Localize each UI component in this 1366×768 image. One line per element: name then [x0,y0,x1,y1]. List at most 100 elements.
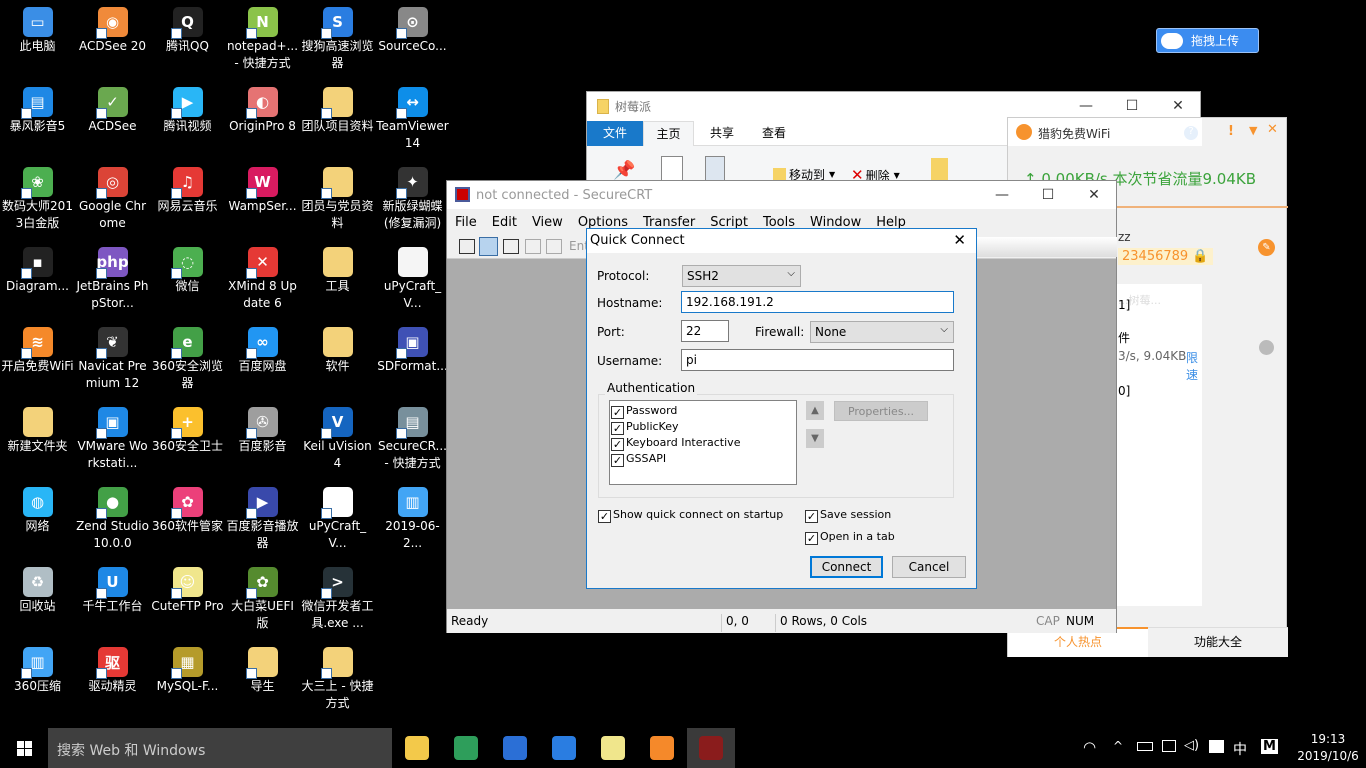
auth-methods-list[interactable]: ✓ Password ✓ PublicKey ✓ Keyboard Interactive… [609,400,797,485]
limit-speed-link[interactable]: 限速 [1186,349,1202,383]
network-icon[interactable] [1162,740,1176,752]
paste-icon[interactable] [705,156,725,182]
desktop-icon[interactable]: ɗ uPyCraft_V... [300,480,375,560]
desktop-icon[interactable]: ▪ Diagram... [0,240,75,320]
properties-button[interactable]: Properties... [834,401,928,421]
tab-share[interactable]: 共享 [699,121,745,145]
username-input[interactable]: pi [681,349,954,371]
desktop-icon[interactable]: ◌ 微信 [150,240,225,320]
desktop-icon[interactable]: ▤ 暴风影音5 [0,80,75,160]
new-folder-icon[interactable] [931,158,948,182]
edit-icon[interactable]: ✎ [1258,239,1275,256]
desktop-icon[interactable]: ☺ CuteFTP Pro [150,560,225,640]
desktop-icon[interactable]: > 微信开发者工具.exe ... [300,560,375,640]
connect-icon[interactable] [459,239,475,254]
connect-tab-icon[interactable] [503,239,519,254]
desktop-icon[interactable]: +360安全卫士 [150,400,225,480]
desktop-icon[interactable]: ∞ 百度网盘 [225,320,300,400]
hostname-input[interactable]: 192.168.191.2 [681,291,954,313]
desktop-icon[interactable]: 导生 [225,640,300,720]
desktop-icon[interactable]: ◍ 网络 [0,480,75,560]
desktop-icon[interactable]: 软件 [300,320,375,400]
clock[interactable]: 19:13 2019/10/6 [1290,731,1366,765]
port-input[interactable]: 22 [681,320,729,342]
close-button[interactable]: ✕ [1071,181,1117,209]
start-button[interactable] [0,728,48,768]
dropdown-icon[interactable]: ▼ [1249,124,1257,137]
auth-method-item[interactable]: ✓ GSSAPI [611,451,795,467]
desktop-icon[interactable]: ↔ TeamViewer 14 [375,80,450,160]
connect-button[interactable]: Connect [810,556,883,578]
desktop-icon[interactable]: ⊙ SourceCo... [375,0,450,80]
taskbar-securecrt[interactable] [687,728,735,768]
desktop-icon[interactable]: Nnotepad+... - 快捷方式 [225,0,300,80]
baidu-upload-button[interactable]: 拖拽上传 [1156,28,1259,53]
desktop-icon[interactable]: ▶ 百度影音播放器 [225,480,300,560]
dialog-close-button[interactable]: ✕ [953,231,966,249]
auth-method-item[interactable]: ✓ PublicKey [611,419,795,435]
menu-file[interactable]: File [455,215,477,230]
desktop-icon[interactable]: ✇ 百度影音 [225,400,300,480]
back-arrow-icon[interactable] [1259,340,1274,355]
desktop-icon[interactable]: uPyCraft_V... [375,240,450,320]
ime-indicator[interactable]: 中 [1233,739,1247,759]
desktop-icon[interactable]: ▤ SecureCR... - 快捷方式 [375,400,450,480]
disconnect-icon[interactable] [546,239,562,254]
maximize-button[interactable]: ☐ [1109,92,1155,120]
battery-icon[interactable] [1137,742,1153,751]
desktop-icon[interactable]: ▥ 360压缩 [0,640,75,720]
move-up-button[interactable]: ▲ [806,401,824,420]
volume-icon[interactable]: ◁) [1184,738,1199,753]
desktop-icon[interactable]: ≋ 开启免费WiFi [0,320,75,400]
desktop-icon[interactable]: e 360安全浏览器 [150,320,225,400]
taskbar-cheetah-wifi[interactable] [638,728,686,768]
taskbar-app-green[interactable] [442,728,490,768]
desktop-icon[interactable]: ▣ SDFormat... [375,320,450,400]
chevron-up-icon[interactable]: ^ [1113,739,1123,753]
save-session-checkbox[interactable]: ✓ Save session [805,508,891,523]
desktop-icon[interactable]: ✿ 大白菜UEFI版 [225,560,300,640]
wifi-icon[interactable]: ◠ [1083,738,1096,756]
taskbar-wps[interactable] [491,728,539,768]
desktop-icon[interactable]: ◉ ACDSee 20 [75,0,150,80]
reconnect-icon[interactable] [525,239,541,254]
desktop-icon[interactable]: 工具 [300,240,375,320]
desktop-icon[interactable]: ▶ 腾讯视频 [150,80,225,160]
desktop-icon[interactable]: U 千牛工作台 [75,560,150,640]
desktop-icon[interactable]: ▥ 2019-06-2... [375,480,450,560]
desktop-icon[interactable]: php JetBrains PhpStor... [75,240,150,320]
minimize-button[interactable]: — [979,181,1025,209]
desktop-icon[interactable]: ● Zend Studio 10.0.0 [75,480,150,560]
desktop-icon[interactable]: ▣ VMware Workstati... [75,400,150,480]
help-icon[interactable]: ? [1184,126,1198,140]
checkbox[interactable]: ✓ [611,422,624,435]
desktop-icon[interactable]: ✕ XMind 8 Update 6 [225,240,300,320]
desktop-icon[interactable]: ✓ ACDSee [75,80,150,160]
close-button[interactable]: ✕ [1155,92,1201,120]
auth-method-item[interactable]: ✓ Keyboard Interactive [611,435,795,451]
desktop-icon[interactable]: ▭ 此电脑 [0,0,75,80]
desktop-icon[interactable]: ♫ 网易云音乐 [150,160,225,240]
move-down-button[interactable]: ▼ [806,429,824,448]
desktop-icon[interactable]: 新建文件夹 [0,400,75,480]
menu-edit[interactable]: Edit [492,215,517,230]
toolbar-combobox[interactable] [977,237,1117,257]
wifi-close-icon[interactable]: ✕ [1267,122,1278,137]
checkbox[interactable]: ✓ [611,454,624,467]
desktop-icon[interactable]: ◐ OriginPro 8 [225,80,300,160]
cancel-button[interactable]: Cancel [892,556,966,578]
desktop-icon[interactable]: ✿ 360软件管家 [150,480,225,560]
minimize-button[interactable]: — [1063,92,1109,120]
desktop-icon[interactable]: 团员与党员资料 [300,160,375,240]
checkbox[interactable]: ✓ [611,438,624,451]
maximize-button[interactable]: ☐ [1025,181,1071,209]
show-on-startup-checkbox[interactable]: ✓ Show quick connect on startup [598,508,783,523]
open-in-tab-checkbox[interactable]: ✓ Open in a tab [805,530,895,545]
menu-view[interactable]: View [532,215,563,230]
firewall-select[interactable]: None ⌵ [810,321,954,343]
tab-home[interactable]: 主页 [643,121,694,147]
desktop-icon[interactable]: V Keil uVision4 [300,400,375,480]
pin-icon[interactable]: 📌 [613,160,635,181]
desktop-icon[interactable]: ♻ 回收站 [0,560,75,640]
quick-connect-icon[interactable] [479,237,498,256]
